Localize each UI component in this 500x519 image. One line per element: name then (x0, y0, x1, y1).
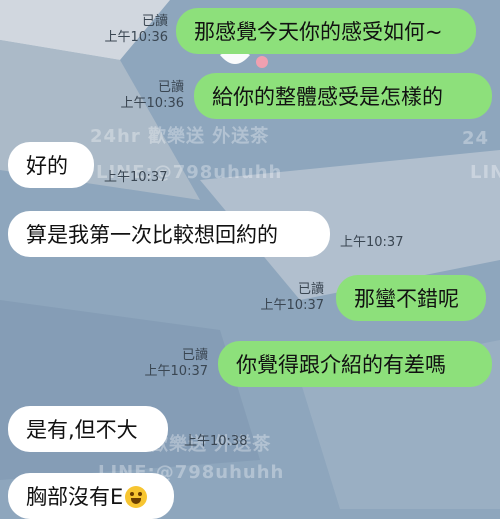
timestamp: 上午10:36 (104, 30, 168, 45)
timestamp: 上午10:37 (260, 298, 324, 313)
message-text: 胸部沒有E (26, 485, 124, 509)
timestamp: 上午10:36 (120, 96, 184, 111)
read-status: 已讀 (297, 282, 324, 297)
watermark-4: LIN (470, 162, 500, 183)
message-bubble[interactable]: 是有,但不大 (8, 406, 168, 452)
read-status: 已讀 (181, 348, 208, 363)
message-bubble[interactable]: 給你的整體感受是怎樣的 (194, 73, 492, 119)
timestamp: 上午10:38 (184, 434, 248, 449)
message-bubble[interactable]: 胸部沒有E (8, 473, 174, 519)
read-status: 已讀 (157, 80, 184, 95)
laughing-crying-emoji-icon (125, 486, 148, 508)
watermark-1: 24hr 歡樂送 外送茶 (90, 126, 270, 147)
message-bubble[interactable]: 那感覺今天你的感受如何~ (176, 8, 476, 54)
message-meta: 已讀 上午10:37 (145, 348, 208, 380)
watermark-3: 24 (462, 128, 490, 149)
message-meta: 已讀 上午10:36 (121, 80, 184, 112)
timestamp: 上午10:37 (144, 364, 208, 379)
message-bubble[interactable]: 算是我第一次比較想回約的 (8, 211, 330, 257)
message-bubble[interactable]: 你覺得跟介紹的有差嗎 (218, 341, 492, 387)
message-bubble[interactable]: 那蠻不錯呢 (336, 275, 486, 321)
message-meta: 已讀 上午10:36 (105, 14, 168, 46)
timestamp: 上午10:37 (340, 235, 404, 250)
message-meta: 已讀 上午10:37 (261, 282, 324, 314)
timestamp: 上午10:37 (104, 170, 168, 185)
read-status: 已讀 (141, 14, 168, 29)
message-bubble[interactable]: 好的 (8, 142, 94, 188)
